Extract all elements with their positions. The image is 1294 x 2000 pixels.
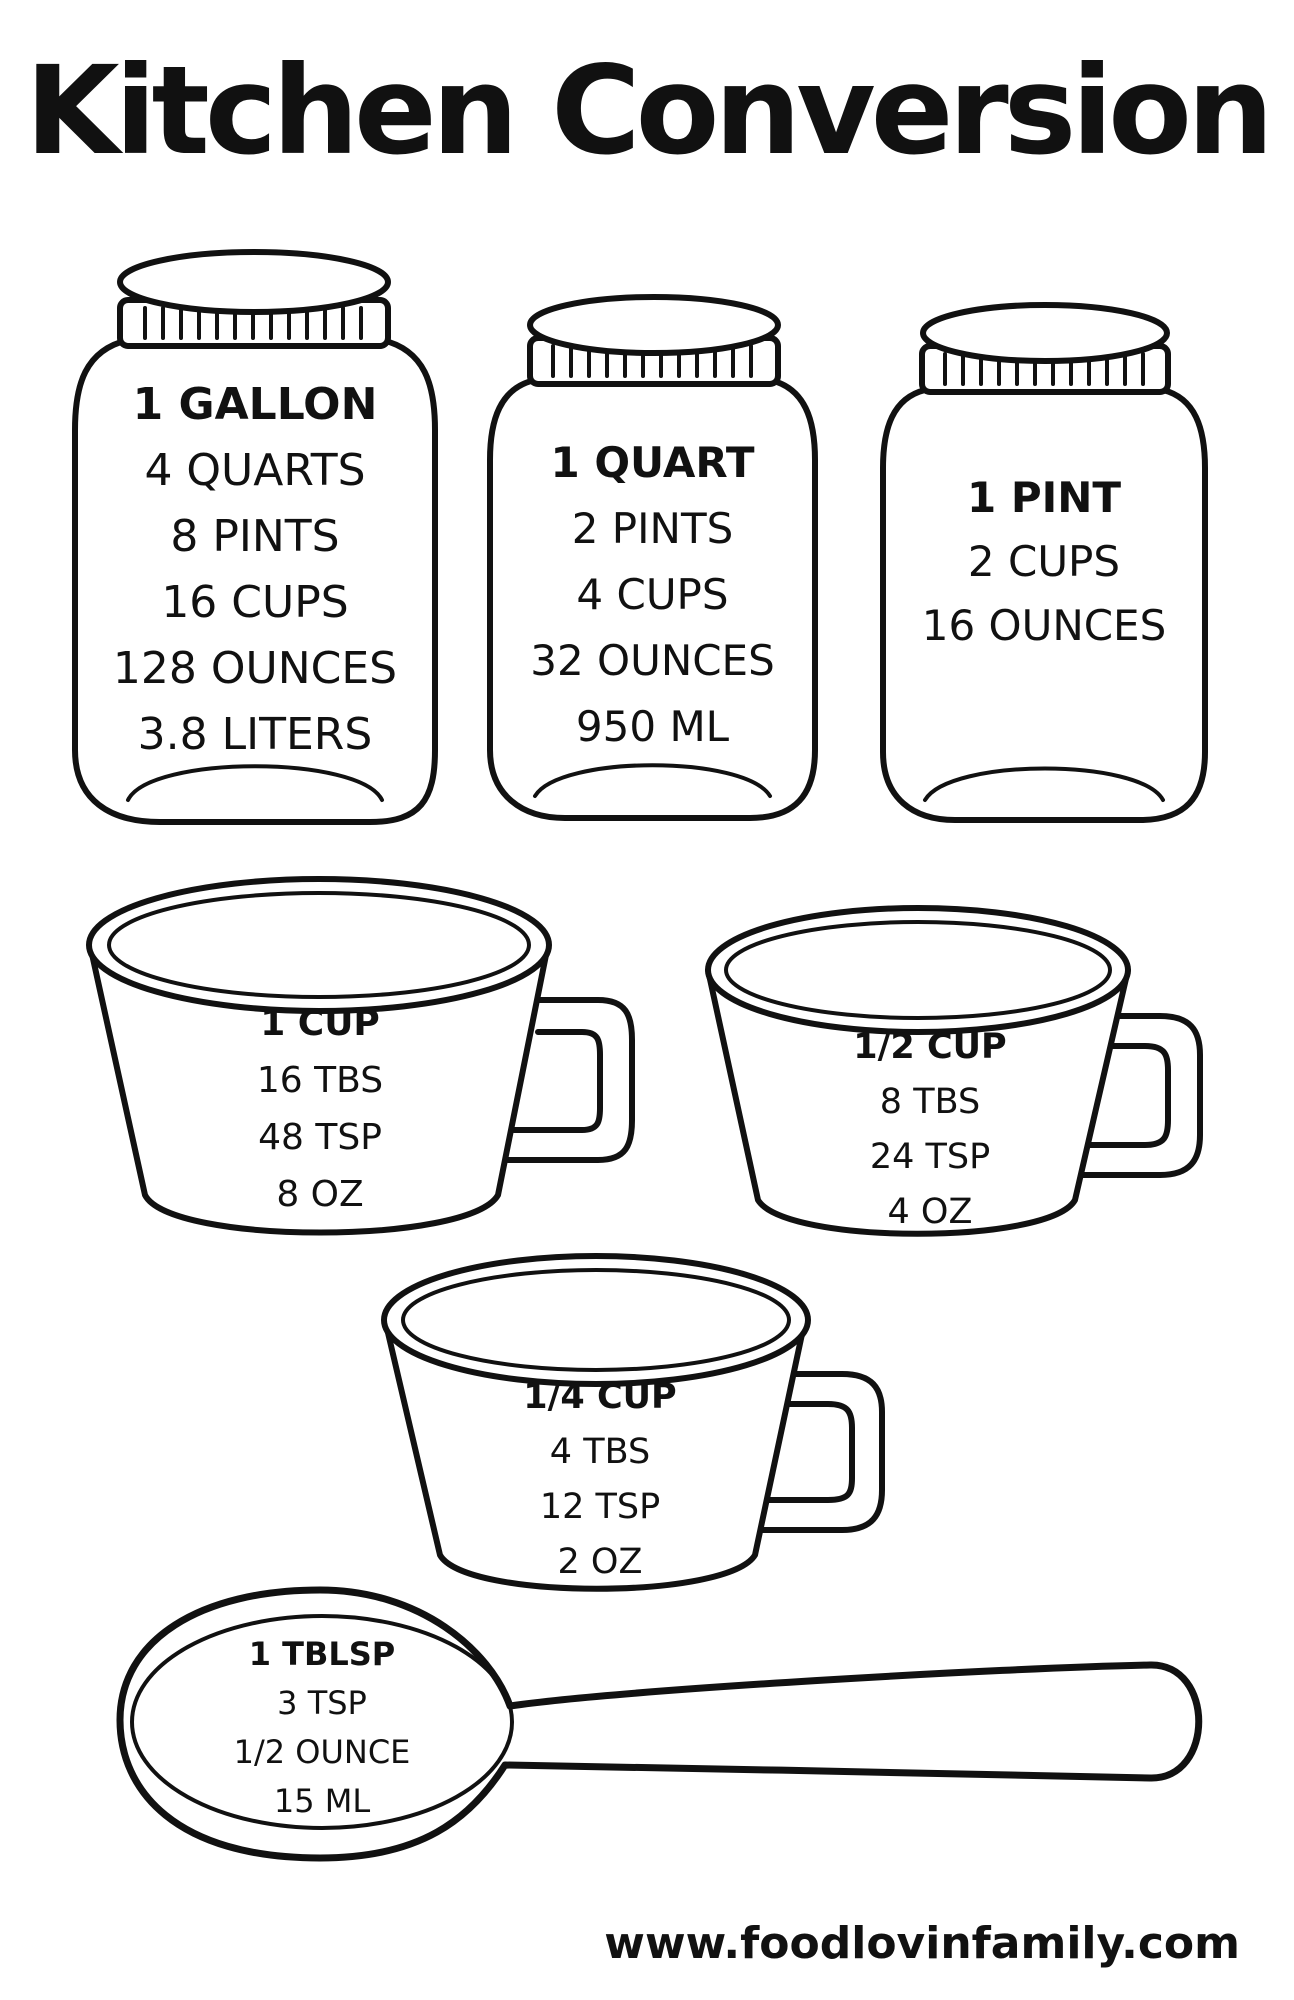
- pint-line: 16 OUNCES: [921, 601, 1167, 650]
- website-url: www.foodlovinfamily.com: [604, 1918, 1240, 1969]
- pint-line: 2 CUPS: [967, 537, 1121, 586]
- quart-line: 2 PINTS: [571, 504, 734, 553]
- gallon-line: 8 PINTS: [170, 511, 340, 562]
- one-cup-line: 8 OZ: [276, 1174, 364, 1215]
- one-cup-line: 16 TBS: [256, 1060, 384, 1101]
- quart-heading: 1 QUART: [550, 438, 755, 487]
- half-cup-line: 24 TSP: [869, 1137, 991, 1177]
- pint-label: 1 PINT 2 CUPS 16 OUNCES: [883, 466, 1205, 658]
- tablespoon-heading: 1 TBLSP: [248, 1635, 396, 1673]
- tablespoon-label: 1 TBLSP 3 TSP 1/2 OUNCE 15 ML: [172, 1630, 472, 1826]
- gallon-label: 1 GALLON 4 QUARTS 8 PINTS 16 CUPS 128 OU…: [75, 372, 435, 768]
- quarter-cup-line: 2 OZ: [557, 1542, 643, 1582]
- gallon-line: 128 OUNCES: [112, 643, 398, 694]
- gallon-line: 4 QUARTS: [144, 445, 366, 496]
- quarter-cup-line: 12 TSP: [539, 1487, 661, 1527]
- one-cup-label: 1 CUP 16 TBS 48 TSP 8 OZ: [170, 995, 470, 1223]
- half-cup-heading: 1/2 CUP: [853, 1027, 1007, 1067]
- quart-line: 4 CUPS: [576, 570, 729, 619]
- tablespoon-line: 3 TSP: [277, 1684, 367, 1722]
- half-cup-line: 4 OZ: [887, 1192, 973, 1232]
- quarter-cup-heading: 1/4 CUP: [523, 1377, 677, 1417]
- quarter-cup-line: 4 TBS: [549, 1432, 651, 1472]
- quart-label: 1 QUART 2 PINTS 4 CUPS 32 OUNCES 950 ML: [490, 430, 815, 760]
- gallon-line: 16 CUPS: [161, 577, 349, 628]
- page-title: Kitchen Conversion: [25, 40, 1274, 182]
- gallon-heading: 1 GALLON: [132, 379, 378, 430]
- pint-heading: 1 PINT: [966, 473, 1122, 522]
- one-cup-heading: 1 CUP: [260, 1003, 380, 1044]
- tablespoon-line: 1/2 OUNCE: [233, 1733, 411, 1771]
- quart-line: 32 OUNCES: [530, 636, 775, 685]
- quarter-cup-label: 1/4 CUP 4 TBS 12 TSP 2 OZ: [450, 1370, 750, 1590]
- one-cup-line: 48 TSP: [258, 1117, 382, 1158]
- half-cup-line: 8 TBS: [879, 1082, 981, 1122]
- tablespoon-line: 15 ML: [273, 1782, 371, 1820]
- gallon-line: 3.8 LITERS: [137, 709, 373, 760]
- quart-line: 950 ML: [575, 702, 730, 751]
- half-cup-label: 1/2 CUP 8 TBS 24 TSP 4 OZ: [780, 1020, 1080, 1240]
